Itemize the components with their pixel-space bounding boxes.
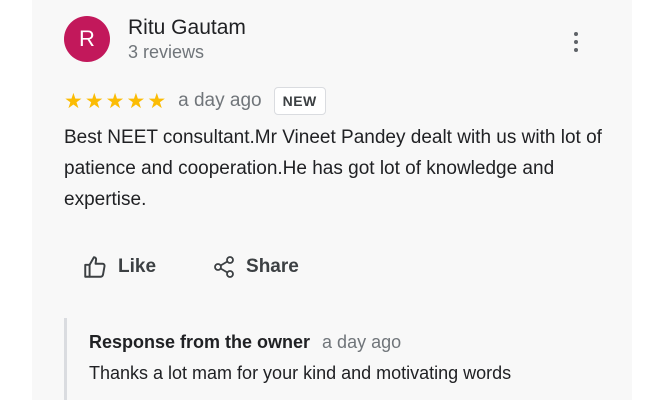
owner-response-header: Response from the owner a day ago <box>89 332 604 353</box>
star-icon: ★ <box>147 89 167 113</box>
new-badge: NEW <box>273 87 326 115</box>
more-options-icon[interactable] <box>566 30 586 54</box>
review-actions: Like Share <box>82 254 299 280</box>
review-text: Best NEET consultant.Mr Vineet Pandey de… <box>64 127 602 210</box>
star-icon: ★ <box>64 89 83 113</box>
star-rating: ★ ★ ★ ★ ★ <box>64 91 166 112</box>
review-time: a day ago <box>178 90 262 111</box>
share-button[interactable]: Share <box>212 255 299 279</box>
star-icon: ★ <box>126 89 146 113</box>
like-button[interactable]: Like <box>82 254 156 280</box>
owner-response: Response from the owner a day ago Thanks… <box>64 318 604 400</box>
share-label: Share <box>246 256 299 277</box>
reviewer-review-count: 3 reviews <box>128 42 205 62</box>
star-icon: ★ <box>84 89 104 113</box>
avatar[interactable]: R <box>64 16 110 62</box>
owner-response-text: Thanks a lot mam for your kind and motiv… <box>89 363 512 383</box>
thumbs-up-icon <box>82 254 108 280</box>
owner-response-title: Response from the owner <box>89 332 311 352</box>
owner-response-time: a day ago <box>322 332 402 352</box>
rating-row: ★ ★ ★ ★ ★ a day ago NEW <box>64 86 326 116</box>
like-label: Like <box>118 256 157 277</box>
star-icon: ★ <box>105 89 125 113</box>
review-card: R Ritu Gautam 3 reviews ★ ★ ★ ★ ★ a day … <box>32 0 632 400</box>
reviewer-name[interactable]: Ritu Gautam <box>128 16 246 40</box>
share-icon <box>212 255 236 279</box>
